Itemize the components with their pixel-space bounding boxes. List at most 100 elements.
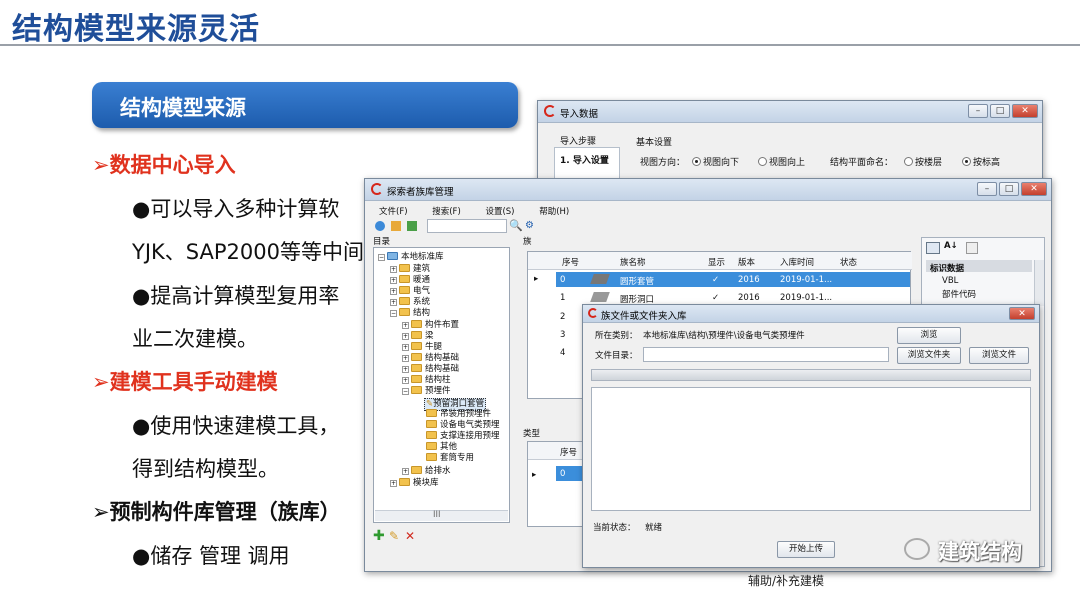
browse-button[interactable]: 浏览	[897, 327, 961, 344]
add-icon[interactable]: ✚	[373, 529, 385, 543]
folder-icon	[426, 409, 437, 417]
show-check[interactable]: ✓	[712, 275, 719, 285]
download-icon[interactable]	[407, 221, 417, 231]
tree-node[interactable]: + 暖通	[390, 275, 430, 286]
bullet-text: YJK、SAP2000等等中间	[132, 240, 364, 264]
column-header[interactable]: 状态	[840, 256, 857, 268]
file-dir-input[interactable]	[643, 347, 889, 362]
tree-node[interactable]: + 结构基础	[402, 353, 459, 364]
column-header[interactable]: 入库时间	[780, 256, 814, 268]
upload-dialog-title: 族文件或文件夹入库	[601, 311, 687, 322]
menu-file[interactable]: 文件(F)	[379, 207, 408, 217]
bullet-text: ●提高计算模型复用率	[132, 284, 340, 308]
upload-icon[interactable]	[391, 221, 401, 231]
search-input[interactable]	[427, 219, 507, 233]
radio-selected-icon	[692, 157, 701, 166]
family-label: 族	[523, 237, 532, 247]
tree-node[interactable]: + 梁	[402, 331, 434, 342]
show-check[interactable]: ✓	[712, 293, 719, 303]
tree-node[interactable]: + 模块库	[390, 478, 439, 489]
column-header[interactable]: 族名称	[620, 256, 646, 268]
app-logo-icon	[588, 308, 598, 318]
folder-icon	[411, 331, 422, 339]
radio-view-up[interactable]: 视图向上	[758, 155, 805, 168]
minimize-icon[interactable]: –	[968, 104, 988, 118]
settings-icon[interactable]: ⚙	[525, 220, 534, 231]
column-header[interactable]: 序号	[562, 256, 579, 268]
tree-node[interactable]: − 本地标准库	[378, 252, 444, 263]
library-icon	[387, 252, 398, 260]
start-upload-button[interactable]: 开始上传	[777, 541, 835, 558]
column-header[interactable]: 版本	[738, 256, 755, 268]
categorized-icon[interactable]	[926, 242, 940, 254]
slide-title: 结构模型来源灵活	[12, 12, 260, 47]
tree-node[interactable]: 吊装用预埋件	[426, 409, 491, 420]
menu-settings[interactable]: 设置(S)	[485, 207, 514, 217]
folder-icon	[426, 453, 437, 461]
tree-node[interactable]: 套筒专用	[426, 453, 474, 464]
edit-icon[interactable]: ✎	[389, 529, 399, 543]
close-icon[interactable]: ✕	[1012, 104, 1038, 118]
tree-node[interactable]: 其他	[426, 442, 457, 453]
refresh-icon[interactable]	[375, 221, 385, 231]
tree-node[interactable]: − 预埋件	[402, 386, 451, 397]
radio-by-floor[interactable]: 按楼层	[904, 155, 942, 168]
folder-icon	[411, 320, 422, 328]
family-thumbnail-icon	[590, 292, 610, 302]
catalog-tree[interactable]: − 本地标准库 + 建筑 + 暖通 + 电气 + 系统 − 结构 + 构件布置 + 梁 + 牛腿 …	[373, 247, 510, 523]
tree-node[interactable]: − 结构	[390, 308, 430, 319]
tree-node[interactable]: + 牛腿	[402, 342, 442, 353]
upload-dialog: 族文件或文件夹入库 ✕ 所在类别： 本地标准库\结构\预埋件\设备电气类预埋件 …	[582, 304, 1040, 568]
category-label: 所在类别：	[595, 331, 638, 341]
step-import-settings[interactable]: 1. 导入设置	[560, 153, 609, 166]
tree-horizontal-scrollbar[interactable]: III	[375, 510, 508, 521]
radio-view-down[interactable]: 视图向下	[692, 155, 739, 168]
status-label: 当前状态：	[593, 523, 636, 533]
tree-node[interactable]: 支撑连接用预埋	[426, 431, 500, 442]
search-icon[interactable]: 🔍	[509, 219, 523, 232]
section-banner: 结构模型来源	[92, 82, 518, 128]
tree-node[interactable]: + 建筑	[390, 264, 430, 275]
maximize-icon[interactable]: □	[990, 104, 1010, 118]
maximize-icon[interactable]: □	[999, 182, 1019, 196]
minimize-icon[interactable]: –	[977, 182, 997, 196]
column-header[interactable]: 显示	[708, 256, 725, 268]
bottom-caption: 辅助/补充建模	[748, 574, 825, 588]
library-window-title: 探索者族库管理	[387, 187, 454, 198]
menu-help[interactable]: 帮助(H)	[539, 207, 569, 217]
import-window-titlebar[interactable]: 导入数据 – □ ✕	[538, 101, 1042, 123]
tree-node[interactable]: + 结构柱	[402, 375, 451, 386]
tree-node[interactable]: + 构件布置	[402, 320, 459, 331]
bullet-heading-family-library: ➢预制构件库管理（族库）	[92, 500, 341, 524]
bullet-text: 业二次建模。	[132, 327, 258, 351]
folder-icon	[399, 264, 410, 272]
props-heading: 标识数据	[930, 264, 965, 274]
import-window-title: 导入数据	[560, 109, 599, 120]
browse-folder-button[interactable]: 浏览文件夹	[897, 347, 961, 364]
props-scrollbar[interactable]	[1034, 260, 1044, 306]
browse-file-button[interactable]: 浏览文件	[969, 347, 1029, 364]
column-header[interactable]: 序号	[560, 446, 577, 458]
upload-progress-bar	[591, 369, 1031, 381]
status-value: 就绪	[645, 523, 663, 533]
close-icon[interactable]: ✕	[1021, 182, 1047, 196]
catalog-label: 目录	[373, 237, 391, 247]
close-icon[interactable]: ✕	[1009, 307, 1035, 320]
radio-by-elevation[interactable]: 按标高	[962, 155, 1000, 168]
tree-node[interactable]: + 结构基础	[402, 364, 459, 375]
title-divider	[0, 44, 1080, 46]
library-window-titlebar[interactable]: 探索者族库管理 – □ ✕	[365, 179, 1051, 201]
menu-search[interactable]: 搜索(F)	[432, 207, 461, 217]
radio-selected-icon	[962, 157, 971, 166]
upload-dialog-titlebar[interactable]: 族文件或文件夹入库 ✕	[583, 305, 1039, 323]
menu-bar: 文件(F) 搜索(F) 设置(S) 帮助(H)	[379, 205, 591, 217]
folder-icon	[411, 466, 422, 474]
tree-node[interactable]: + 电气	[390, 286, 430, 297]
sort-az-icon[interactable]: A↓	[944, 241, 958, 251]
property-pages-icon[interactable]	[966, 242, 978, 254]
family-name: 圆形套管	[620, 277, 655, 287]
delete-icon[interactable]: ✕	[405, 529, 415, 543]
tree-node[interactable]: 设备电气类预埋	[426, 420, 500, 431]
tree-node[interactable]: + 系统	[390, 297, 430, 308]
tree-node[interactable]: + 给排水	[402, 466, 451, 477]
